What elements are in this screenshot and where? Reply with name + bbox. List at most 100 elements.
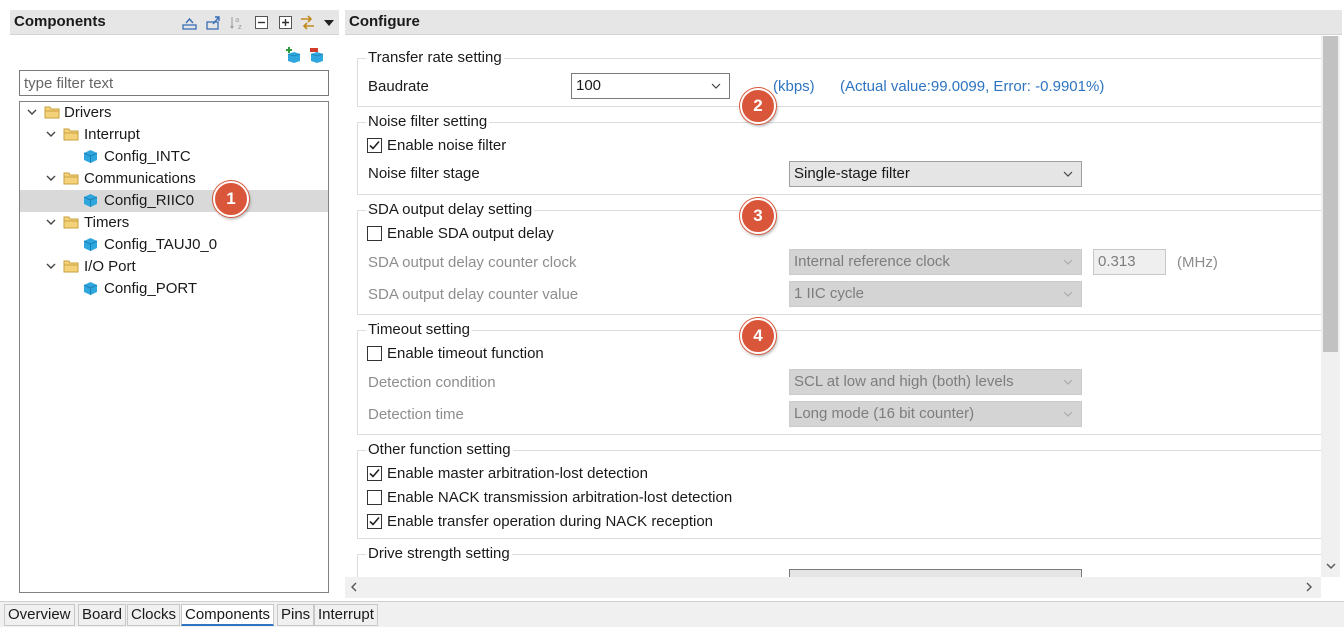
chevron-down-icon[interactable] [45, 215, 57, 229]
component-cube-icon [83, 282, 98, 295]
tab-pins[interactable]: Pins [277, 604, 315, 626]
detection-time-label: Detection time [368, 406, 464, 423]
tree-item-config-port[interactable]: Config_PORT [20, 278, 328, 300]
nack-arbitration-lost-checkbox[interactable] [367, 490, 382, 505]
sda-delay-clock-frequency: 0.313 [1093, 249, 1166, 275]
filter-input[interactable] [19, 70, 329, 96]
component-cube-icon [83, 150, 98, 163]
step-badge-3: 3 [740, 198, 776, 234]
checkmark-icon [369, 516, 380, 526]
folder-icon [63, 216, 79, 229]
expand-all-icon[interactable] [278, 15, 293, 30]
export-icon[interactable] [206, 15, 221, 30]
tree-item-config-riic0[interactable]: Config_RIIC0 [20, 190, 328, 212]
baudrate-value: 100 [576, 77, 602, 94]
chevron-down-icon [1063, 259, 1073, 265]
tree-item-drivers[interactable]: Drivers [20, 102, 328, 124]
tab-board[interactable]: Board [78, 604, 127, 626]
scroll-left-arrow-icon[interactable] [348, 581, 360, 593]
tree-item-interrupt[interactable]: Interrupt [20, 124, 328, 146]
sda-delay-clock-label: SDA output delay counter clock [368, 254, 577, 271]
group-border [357, 210, 358, 314]
components-panel: Components a z type filter text Drivers … [6, 8, 339, 598]
group-title-other-function: Other function setting [366, 441, 513, 458]
tree-item-timers[interactable]: Timers [20, 212, 328, 234]
tree-label: Config_TAUJ0_0 [104, 236, 218, 253]
master-arbitration-lost-checkbox[interactable] [367, 466, 382, 481]
tree-label: Interrupt [84, 126, 140, 143]
tree-label: Config_RIIC0 [104, 192, 195, 209]
group-border [357, 122, 358, 194]
scroll-down-arrow-icon[interactable] [1325, 560, 1337, 572]
folder-icon [63, 128, 79, 141]
baudrate-label: Baudrate [368, 78, 429, 95]
chevron-down-icon[interactable] [45, 127, 57, 141]
step-badge-2: 2 [740, 88, 776, 124]
sda-delay-counter-value: 1 IIC cycle [794, 285, 865, 302]
sda-delay-clock-frequency-value: 0.313 [1098, 253, 1136, 270]
group-border [357, 330, 1321, 331]
group-title-drive-strength: Drive strength setting [366, 545, 512, 562]
tree-label: Drivers [64, 104, 112, 121]
tab-clocks[interactable]: Clocks [127, 604, 181, 626]
tree-item-io-port[interactable]: I/O Port [20, 256, 328, 278]
nack-reception-transfer-checkbox[interactable] [367, 514, 382, 529]
sort-alpha-icon[interactable]: a z [230, 15, 245, 30]
component-cube-icon [83, 238, 98, 251]
enable-noise-filter-checkbox[interactable] [367, 138, 382, 153]
tree-item-config-tauj0-0[interactable]: Config_TAUJ0_0 [20, 234, 328, 256]
configure-area: Transfer rate setting Baudrate 100 (kbps… [345, 36, 1321, 577]
tree-item-communications[interactable]: Communications [20, 168, 328, 190]
group-title-timeout: Timeout setting [366, 321, 472, 338]
tree-label: I/O Port [84, 258, 136, 275]
group-border [357, 450, 358, 538]
editor-tab-bar: Overview Board Clocks Components Pins In… [0, 601, 1344, 627]
chevron-down-icon [711, 83, 721, 89]
tab-interrupt[interactable]: Interrupt [314, 604, 378, 626]
chevron-down-icon [1063, 379, 1073, 385]
group-border [357, 194, 1321, 195]
horizontal-scrollbar[interactable] [345, 577, 1321, 598]
group-border [357, 554, 358, 577]
group-title-noise-filter: Noise filter setting [366, 113, 490, 130]
detection-condition-value: SCL at low and high (both) levels [794, 373, 1014, 390]
sda-delay-counter-select[interactable]: 1 IIC cycle [789, 281, 1082, 307]
chevron-down-icon [1063, 291, 1073, 297]
detection-condition-select[interactable]: SCL at low and high (both) levels [789, 369, 1082, 395]
group-border [357, 330, 358, 434]
add-component-icon[interactable] [285, 47, 301, 63]
baudrate-unit: (kbps) [773, 78, 815, 95]
step-badge-4: 4 [740, 318, 776, 354]
vertical-scrollbar[interactable] [1321, 36, 1340, 577]
nack-arbitration-lost-label: Enable NACK transmission arbitration-los… [387, 489, 733, 506]
group-border [357, 434, 1321, 435]
remove-component-icon[interactable] [308, 47, 324, 63]
tab-overview[interactable]: Overview [4, 604, 75, 626]
folder-icon [44, 106, 60, 119]
baudrate-combobox[interactable]: 100 [571, 73, 730, 99]
sda-delay-counter-label: SDA output delay counter value [368, 286, 579, 303]
baudrate-actual-value: (Actual value:99.0099, Error: -0.9901%) [840, 78, 1105, 95]
components-panel-header: Components a z [10, 10, 339, 35]
scroll-right-arrow-icon[interactable] [1303, 581, 1315, 593]
collapse-up-icon[interactable] [182, 15, 197, 30]
tree-label: Communications [84, 170, 196, 187]
link-editor-icon[interactable] [300, 15, 315, 30]
chevron-down-icon[interactable] [26, 105, 38, 119]
configure-panel-title: Configure [349, 13, 420, 30]
chevron-down-icon[interactable] [45, 259, 57, 273]
chevron-down-icon[interactable] [45, 171, 57, 185]
tree-item-config-intc[interactable]: Config_INTC [20, 146, 328, 168]
enable-timeout-checkbox[interactable] [367, 346, 382, 361]
collapse-all-icon[interactable] [254, 15, 269, 30]
detection-time-select[interactable]: Long mode (16 bit counter) [789, 401, 1082, 427]
vertical-scroll-thumb[interactable] [1323, 36, 1338, 352]
component-tree: Drivers Interrupt Config_INTC Communicat… [19, 101, 329, 593]
component-cube-icon [83, 194, 98, 207]
noise-filter-stage-select[interactable]: Single-stage filter [789, 161, 1082, 187]
sda-delay-clock-select[interactable]: Internal reference clock [789, 249, 1082, 275]
tab-components[interactable]: Components [181, 604, 275, 626]
view-menu-icon[interactable] [322, 15, 337, 30]
drive-strength-select[interactable] [789, 569, 1082, 577]
enable-sda-delay-checkbox[interactable] [367, 226, 382, 241]
